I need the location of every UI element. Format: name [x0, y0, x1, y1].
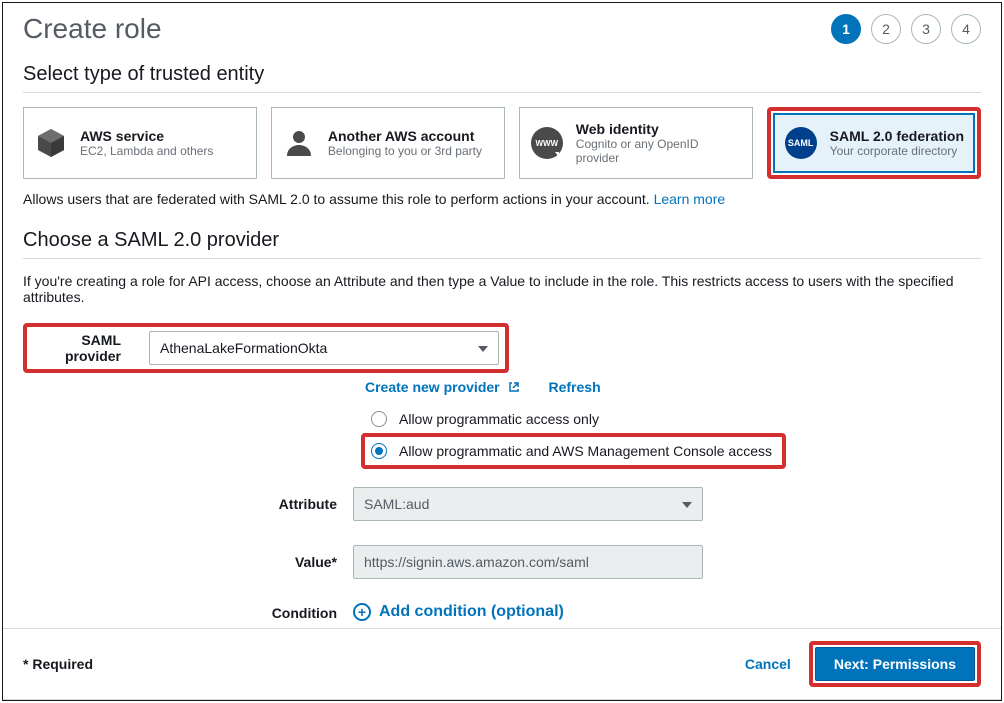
required-note: * Required	[23, 656, 93, 672]
radio-programmatic-only[interactable]: Allow programmatic access only	[365, 405, 981, 433]
provider-description: If you're creating a role for API access…	[23, 273, 981, 305]
entity-subtitle: Cognito or any OpenID provider	[576, 137, 742, 165]
plus-icon: +	[353, 603, 371, 621]
step-1[interactable]: 1	[831, 14, 861, 44]
entity-aws-service[interactable]: AWS service EC2, Lambda and others	[23, 107, 257, 179]
entity-subtitle: Belonging to you or 3rd party	[328, 144, 482, 158]
www-icon: WWW	[530, 126, 564, 160]
value-input[interactable]	[353, 545, 703, 579]
entity-title: Web identity	[576, 121, 742, 137]
person-icon	[282, 126, 316, 160]
label-saml-provider: SAML provider	[33, 332, 137, 364]
attribute-select[interactable]: SAML:aud	[353, 487, 703, 521]
saml-provider-select[interactable]: AthenaLakeFormationOkta	[149, 331, 499, 365]
header: Create role 1 2 3 4	[23, 13, 981, 45]
create-role-page: Create role 1 2 3 4 Select type of trust…	[2, 2, 1002, 701]
label-value: Value*	[23, 554, 353, 570]
step-2[interactable]: 2	[871, 14, 901, 44]
footer: * Required Cancel Next: Permissions	[3, 628, 1001, 700]
label-condition: Condition	[23, 605, 353, 621]
cancel-button[interactable]: Cancel	[745, 656, 791, 672]
saml-icon: SAML	[784, 126, 818, 160]
page-title: Create role	[23, 13, 162, 45]
entity-description: Allows users that are federated with SAM…	[23, 191, 981, 207]
next-permissions-button[interactable]: Next: Permissions	[815, 647, 975, 681]
access-radio-group: Allow programmatic access only Allow pro…	[365, 405, 981, 469]
radio-icon-checked	[371, 443, 387, 459]
radio-programmatic-and-console[interactable]: Allow programmatic and AWS Management Co…	[365, 437, 782, 465]
external-link-icon	[508, 381, 519, 392]
row-saml-provider: SAML provider AthenaLakeFormationOkta	[23, 323, 981, 373]
row-value: Value*	[23, 545, 981, 579]
entity-another-account[interactable]: Another AWS account Belonging to you or …	[271, 107, 505, 179]
entity-title: AWS service	[80, 128, 213, 144]
highlight-radio-console: Allow programmatic and AWS Management Co…	[361, 433, 786, 469]
row-attribute: Attribute SAML:aud	[23, 487, 981, 521]
wizard-steps: 1 2 3 4	[831, 14, 981, 44]
entity-cards: AWS service EC2, Lambda and others Anoth…	[23, 107, 981, 179]
create-new-provider-link[interactable]: Create new provider	[365, 379, 519, 395]
entity-subtitle: Your corporate directory	[830, 144, 964, 158]
highlight-saml-provider: SAML provider AthenaLakeFormationOkta	[23, 323, 509, 373]
entity-title: Another AWS account	[328, 128, 482, 144]
entity-subtitle: EC2, Lambda and others	[80, 144, 213, 158]
label-attribute: Attribute	[23, 496, 353, 512]
section-provider-title: Choose a SAML 2.0 provider	[23, 229, 981, 259]
provider-links: Create new provider Refresh	[365, 379, 981, 395]
section-entity-title: Select type of trusted entity	[23, 63, 981, 93]
radio-icon	[371, 411, 387, 427]
entity-web-identity[interactable]: WWW Web identity Cognito or any OpenID p…	[519, 107, 753, 179]
step-3[interactable]: 3	[911, 14, 941, 44]
highlight-next-button: Next: Permissions	[809, 641, 981, 687]
entity-title: SAML 2.0 federation	[830, 128, 964, 144]
cube-icon	[34, 126, 68, 160]
entity-saml-federation[interactable]: SAML SAML 2.0 federation Your corporate …	[773, 113, 975, 173]
step-4[interactable]: 4	[951, 14, 981, 44]
learn-more-link[interactable]: Learn more	[654, 191, 726, 207]
refresh-link[interactable]: Refresh	[549, 379, 601, 395]
row-condition: Condition + Add condition (optional)	[23, 603, 981, 622]
highlight-saml-entity: SAML SAML 2.0 federation Your corporate …	[767, 107, 981, 179]
add-condition-link[interactable]: + Add condition (optional)	[353, 603, 564, 621]
